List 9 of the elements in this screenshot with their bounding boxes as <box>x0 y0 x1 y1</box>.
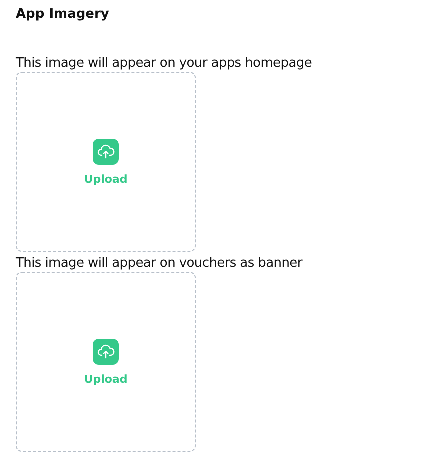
section-title: App Imagery <box>16 6 110 24</box>
upload-caption: This image will appear on your apps homepage <box>16 55 312 72</box>
upload-label: Upload <box>84 172 128 186</box>
upload-label: Upload <box>84 372 128 386</box>
upload-cloud-icon <box>93 138 119 164</box>
upload-dropzone[interactable]: Upload <box>16 272 196 452</box>
upload-caption: This image will appear on vouchers as banner <box>16 255 302 272</box>
upload-dropzone[interactable]: Upload <box>16 72 196 252</box>
upload-cloud-icon <box>93 338 119 364</box>
